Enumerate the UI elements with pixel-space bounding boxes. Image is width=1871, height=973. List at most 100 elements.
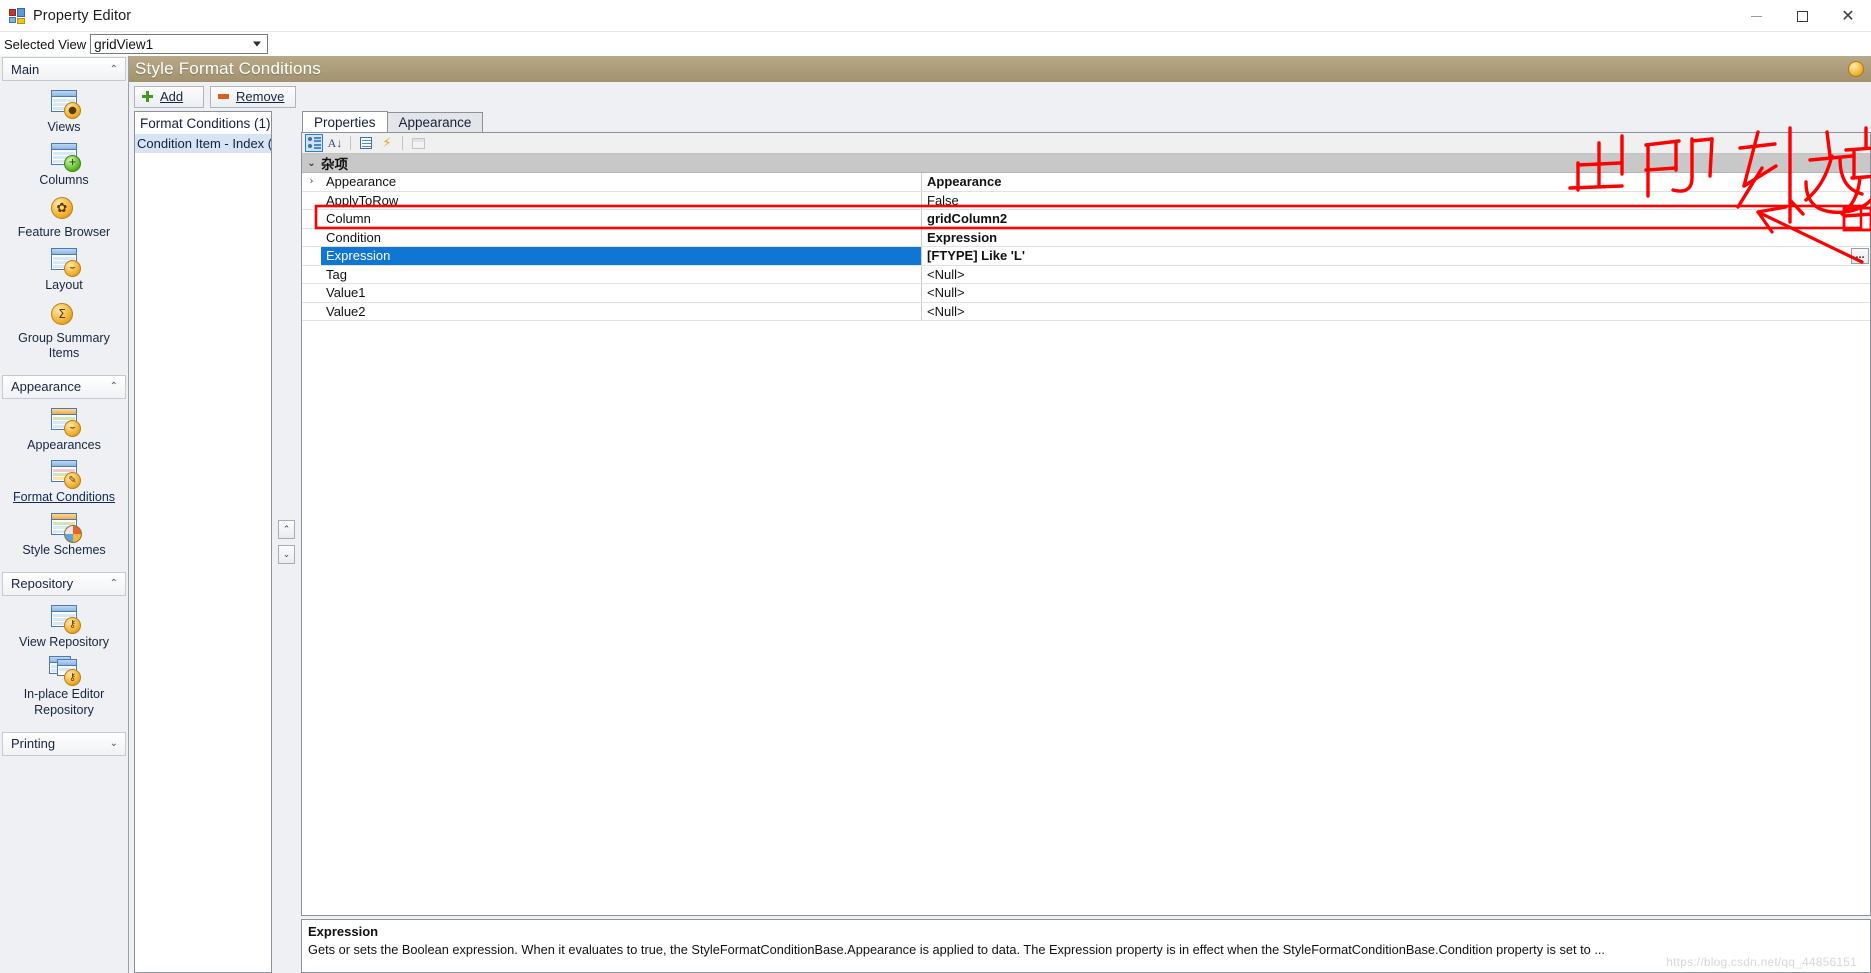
sidebar-item-view-repository[interactable]: ⚷ View Repository (0, 602, 128, 655)
property-pages-window-icon[interactable] (409, 134, 427, 152)
property-name: Appearance (321, 173, 922, 191)
remove-button-label: Remove (236, 89, 285, 104)
property-category-row[interactable]: ⌄ 杂项 (302, 154, 1870, 173)
minimize-button[interactable] (1733, 0, 1779, 32)
sidebar-item-group-summary-items-label: Group Summary Items (18, 330, 110, 361)
maximize-button[interactable] (1779, 0, 1825, 32)
sidebar-item-views[interactable]: ● Views (0, 87, 128, 140)
property-value[interactable]: [FTYPE] Like 'L' ... (922, 247, 1870, 265)
sidebar-item-layout-label: Layout (45, 277, 83, 292)
events-bolt-icon[interactable]: ⚡ (378, 134, 396, 152)
property-description-title: Expression (308, 924, 379, 939)
alphabetical-sort-icon[interactable]: A↓ (326, 134, 344, 152)
sidebar-item-view-repository-label: View Repository (18, 634, 110, 649)
gear-icon: ✿ (47, 194, 81, 224)
close-button[interactable]: ✕ (1825, 0, 1871, 32)
property-grid-box: A↓ ⚡ ⌄ 杂项 › Appearance Appearance ApplyT… (301, 132, 1871, 916)
close-icon: ✕ (1841, 6, 1855, 25)
chevron-up-icon: ⌃ (109, 578, 118, 590)
window-title: Property Editor (33, 7, 132, 24)
chevron-down-icon (253, 41, 262, 47)
format-conditions-list[interactable]: Condition Item - Index ( (134, 134, 272, 973)
tab-appearance[interactable]: Appearance (386, 112, 484, 132)
main-area: Main ⌃ ● Views + Columns ✿ Feature Brows… (0, 56, 1871, 973)
sidebar-group-main-label: Main (11, 61, 40, 77)
expression-editor-button[interactable]: ... (1851, 247, 1869, 264)
list-reorder-buttons: ⌃ ⌄ (272, 111, 301, 973)
title-bar: Property Editor ✕ (0, 0, 1871, 32)
sidebar-item-appearances[interactable]: ⌣ Appearances (0, 405, 128, 458)
property-value[interactable]: False (922, 191, 1870, 209)
property-category-label: 杂项 (321, 157, 348, 172)
property-name: ApplyToRow (321, 191, 922, 209)
chevron-down-icon: ⌄ (109, 738, 118, 749)
property-value[interactable]: <Null> (922, 284, 1870, 302)
sidebar-item-columns[interactable]: + Columns (0, 140, 128, 193)
table-row[interactable]: ApplyToRow False (302, 191, 1870, 210)
property-value[interactable]: <Null> (922, 302, 1870, 320)
sidebar-group-repository[interactable]: Repository ⌃ (2, 571, 126, 596)
sidebar-group-appearance-label: Appearance (11, 379, 82, 395)
sidebar-item-group-summary-items[interactable]: Σ Group Summary Items (0, 298, 128, 366)
list-item[interactable]: Condition Item - Index ( (135, 134, 271, 153)
page-title: Style Format Conditions (135, 59, 322, 78)
table-row[interactable]: Column gridColumn2 (302, 210, 1870, 229)
table-row[interactable]: Value2 <Null> (302, 302, 1870, 321)
app-form-icon (9, 7, 25, 24)
pencil-badge-icon[interactable] (1848, 61, 1864, 77)
chevron-down-icon: ⌄ (307, 157, 316, 169)
sidebar-item-layout[interactable]: ⌣ Layout (0, 245, 128, 298)
table-row[interactable]: Value1 <Null> (302, 284, 1870, 303)
property-value[interactable]: gridColumn2 (922, 210, 1870, 228)
sidebar-item-inplace-editor-repository[interactable]: ⚷ In-place Editor Repository (0, 654, 128, 722)
sidebar-group-repository-label: Repository (11, 576, 74, 592)
move-up-button[interactable]: ⌃ (278, 520, 295, 539)
chevron-up-icon: ⌃ (109, 63, 118, 75)
property-panel: Properties Appearance A↓ ⚡ ⌄ 杂项 › Appear… (301, 111, 1871, 973)
move-down-button[interactable]: ⌄ (278, 545, 295, 564)
categorized-icon[interactable] (305, 134, 323, 152)
table-row[interactable]: Expression [FTYPE] Like 'L' ... (302, 247, 1870, 266)
window-controls: ✕ (1733, 0, 1871, 32)
sidebar-group-main[interactable]: Main ⌃ (2, 57, 126, 81)
command-bar: Add Remove (129, 82, 1871, 111)
style-schemes-icon (47, 512, 82, 543)
sidebar-group-appearance[interactable]: Appearance ⌃ (2, 374, 126, 399)
property-value-text: [FTYPE] Like 'L' (927, 248, 1025, 264)
sidebar-item-views-label: Views (47, 120, 81, 134)
property-value[interactable]: Appearance (922, 173, 1870, 191)
property-value[interactable]: <Null> (922, 265, 1870, 283)
tab-properties[interactable]: Properties (302, 111, 388, 132)
sidebar-item-style-schemes-label: Style Schemes (22, 543, 106, 557)
property-value[interactable]: Expression (922, 228, 1870, 246)
appearances-icon: ⌣ (47, 407, 81, 437)
sidebar-item-style-schemes[interactable]: Style Schemes (0, 510, 128, 563)
table-row[interactable]: › Appearance Appearance (302, 173, 1870, 192)
property-name: Condition (321, 228, 922, 246)
sidebar-item-appearances-label: Appearances (27, 437, 101, 452)
chevron-right-icon[interactable]: › (302, 173, 321, 191)
sidebar-item-columns-label: Columns (39, 172, 89, 187)
toolbar-separator (402, 136, 403, 150)
format-conditions-panel: Format Conditions (1) Condition Item - I… (134, 111, 272, 973)
table-row[interactable]: Condition Expression (302, 228, 1870, 247)
format-conditions-icon: ✎ (47, 459, 81, 490)
sidebar-item-format-conditions[interactable]: ✎ Format Conditions (0, 457, 128, 510)
table-row[interactable]: Tag <Null> (302, 265, 1870, 284)
property-name: Value1 (321, 284, 922, 302)
maximize-icon (1796, 10, 1808, 22)
add-button[interactable]: Add (134, 85, 204, 108)
properties-page-icon[interactable] (357, 134, 375, 152)
sidebar-filler (0, 756, 128, 973)
sidebar-group-appearance-items: ⌣ Appearances ✎ Format Conditions Style … (0, 399, 128, 571)
sidebar-group-printing[interactable]: Printing ⌄ (2, 731, 126, 756)
property-name: Column (321, 210, 922, 228)
remove-button[interactable]: Remove (210, 85, 297, 108)
page-banner: Style Format Conditions (129, 56, 1871, 82)
columns-icon: + (47, 142, 81, 172)
minimize-icon (1750, 15, 1762, 17)
inplace-editor-repository-icon: ⚷ (47, 656, 81, 687)
selected-view-combo[interactable]: gridView1 (90, 34, 269, 54)
sidebar-item-feature-browser[interactable]: ✿ Feature Browser (0, 192, 128, 245)
sidebar-group-repository-items: ⚷ View Repository ⚷ In-place Editor Repo… (0, 596, 128, 731)
